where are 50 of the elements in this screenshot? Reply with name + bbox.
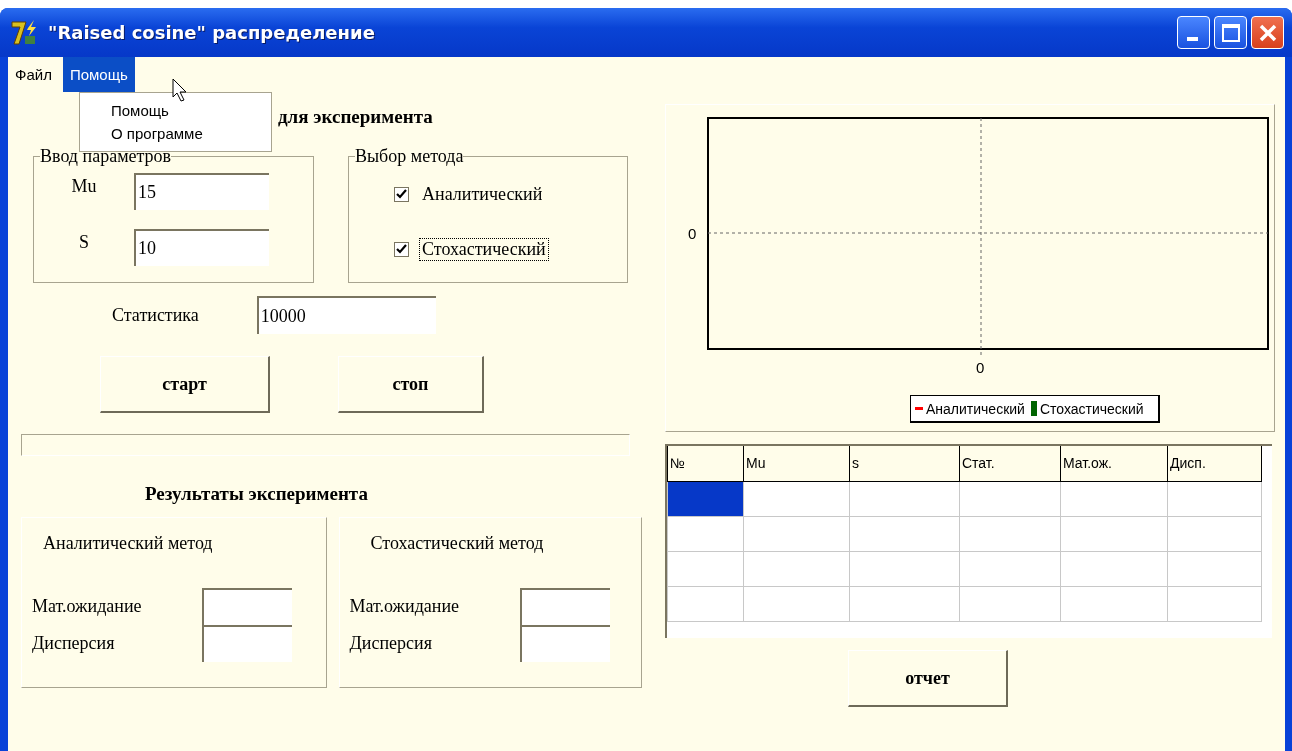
field-label: Mu bbox=[70, 175, 98, 197]
field-label: Дисперсия bbox=[348, 633, 433, 654]
menu-entry[interactable]: Помощь bbox=[80, 100, 271, 123]
checkbox[interactable] bbox=[394, 187, 409, 202]
window-title: "Raised cosine" распределение bbox=[48, 22, 376, 43]
table-cell[interactable] bbox=[667, 481, 744, 516]
input-field[interactable]: 10000 bbox=[256, 296, 436, 334]
panel-title: Стохастический метод bbox=[370, 533, 545, 555]
legend-label: Стохастический bbox=[1039, 400, 1144, 417]
column-header[interactable]: s bbox=[849, 446, 960, 481]
output-field[interactable] bbox=[519, 588, 610, 625]
column-header[interactable]: Стат. bbox=[959, 446, 1061, 481]
field-label: Статистика bbox=[112, 304, 199, 326]
maximize-icon bbox=[1220, 22, 1241, 43]
column-header[interactable]: Дисп. bbox=[1167, 446, 1262, 481]
section-heading: Результаты эксперимента bbox=[145, 483, 369, 506]
output-field[interactable] bbox=[202, 588, 292, 625]
legend-label: Аналитический bbox=[926, 400, 1025, 417]
action-button[interactable]: старт bbox=[100, 356, 270, 413]
column-header[interactable]: Mu bbox=[743, 446, 850, 481]
output-field[interactable] bbox=[202, 625, 292, 662]
field-label: Мат.ожидание bbox=[348, 596, 461, 617]
checkbox-label[interactable]: Стохастический bbox=[419, 238, 549, 261]
minimize-icon bbox=[1186, 36, 1198, 41]
menu-entry[interactable]: О программе bbox=[80, 123, 271, 146]
action-button[interactable]: стоп bbox=[338, 356, 484, 413]
table-cell[interactable] bbox=[667, 516, 744, 551]
close-icon bbox=[1257, 22, 1278, 43]
checkbox[interactable] bbox=[394, 242, 409, 257]
axis-tick-label: 0 bbox=[688, 225, 697, 242]
field-label: S bbox=[78, 231, 90, 253]
table-cell[interactable] bbox=[667, 551, 744, 586]
section-heading: для эксперимента bbox=[278, 106, 434, 129]
menu-item[interactable]: Помощь bbox=[62, 57, 135, 92]
axis-tick-label: 0 bbox=[976, 359, 985, 376]
checkbox-label[interactable]: Аналитический bbox=[419, 183, 546, 206]
field-label: Мат.ожидание bbox=[31, 596, 143, 617]
close-button[interactable] bbox=[1251, 16, 1284, 49]
maximize-button[interactable] bbox=[1214, 16, 1247, 49]
output-field[interactable] bbox=[519, 625, 610, 662]
column-header[interactable]: № bbox=[667, 446, 744, 481]
column-header[interactable]: Мат.ож. bbox=[1060, 446, 1168, 481]
panel-title: Аналитический метод bbox=[43, 533, 214, 555]
report-button[interactable]: отчет bbox=[848, 650, 1008, 707]
minimize-button[interactable] bbox=[1177, 16, 1210, 49]
input-field[interactable]: 10 bbox=[134, 228, 269, 266]
menu-item[interactable]: Файл bbox=[8, 57, 59, 92]
field-label: Дисперсия bbox=[31, 633, 116, 654]
input-field[interactable]: 15 bbox=[134, 172, 269, 210]
table-cell[interactable] bbox=[667, 586, 744, 621]
